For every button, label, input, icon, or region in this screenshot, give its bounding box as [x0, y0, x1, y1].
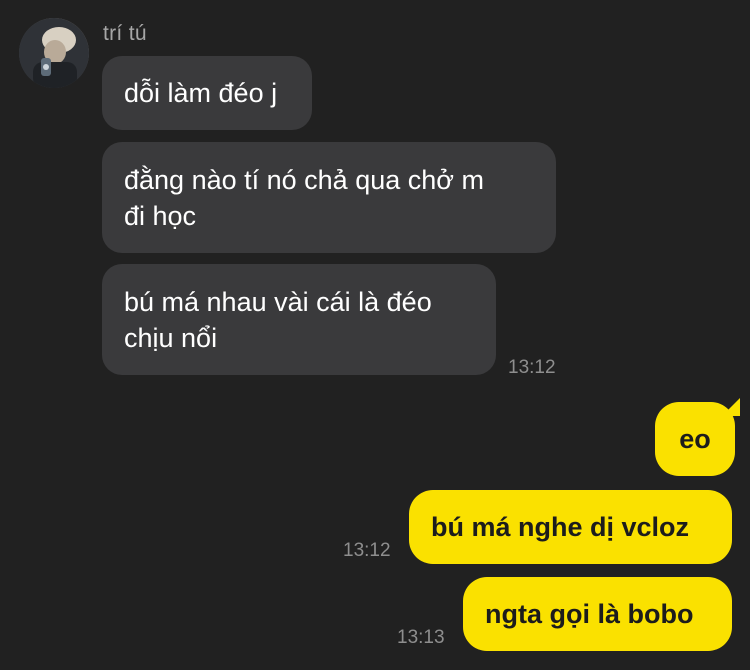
incoming-message[interactable]: bú má nhau vài cái là đéo chịu nổi: [102, 264, 496, 375]
sender-avatar[interactable]: [19, 18, 89, 88]
message-text: bú má nhau vài cái là đéo chịu nổi: [124, 286, 432, 353]
incoming-timestamp: 13:12: [508, 357, 556, 378]
chat-thread: trí tú dỗi làm đéo j đằng nào tí nó chả …: [0, 0, 750, 670]
sender-name: trí tú: [103, 22, 147, 45]
outgoing-timestamp: 13:13: [397, 627, 445, 648]
outgoing-message[interactable]: ngta gọi là bobo: [463, 577, 732, 651]
message-text: đằng nào tí nó chả qua chở m đi học: [124, 164, 484, 231]
message-text: eo: [679, 424, 711, 454]
avatar-photo-icon: [19, 18, 89, 88]
outgoing-message[interactable]: bú má nghe dị vcloz: [409, 490, 732, 564]
message-text: dỗi làm đéo j: [124, 78, 278, 108]
bubble-tail-icon: [722, 398, 740, 416]
message-text: bú má nghe dị vcloz: [431, 512, 690, 542]
message-text: ngta gọi là bobo: [485, 599, 694, 629]
incoming-message[interactable]: dỗi làm đéo j: [102, 56, 312, 130]
incoming-message[interactable]: đằng nào tí nó chả qua chở m đi học: [102, 142, 556, 253]
outgoing-timestamp: 13:12: [343, 540, 391, 561]
